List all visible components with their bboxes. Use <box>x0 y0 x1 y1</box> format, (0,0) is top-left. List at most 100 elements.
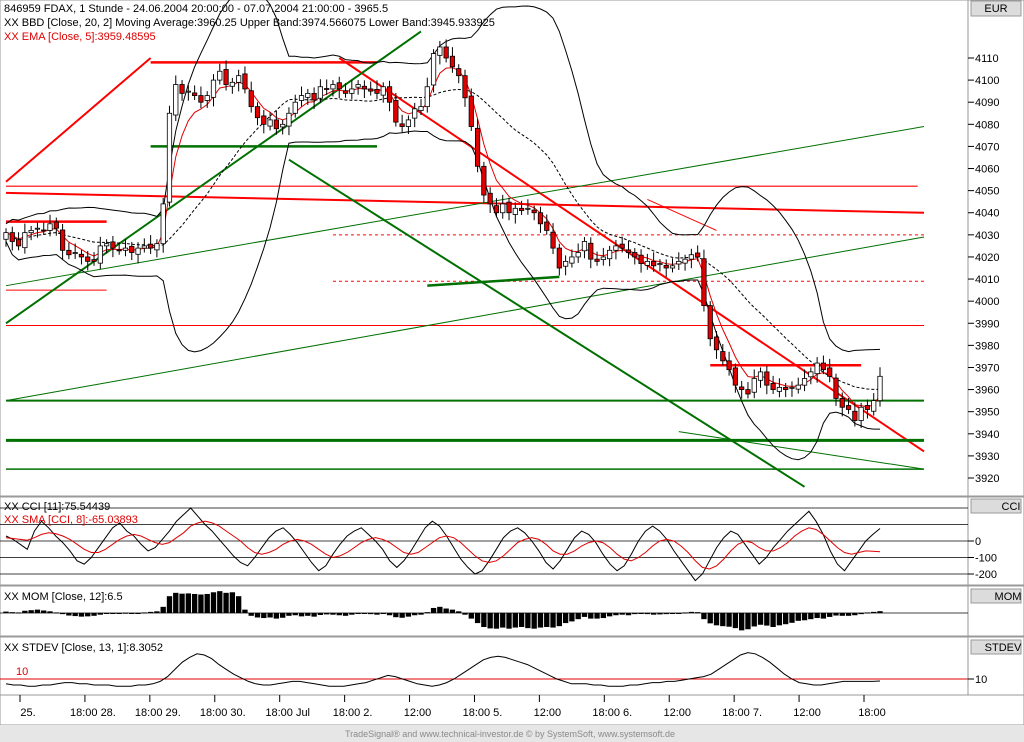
candle-body <box>267 119 273 127</box>
stdev-legend: XX STDEV [Close, 13, 1]:8.3052 <box>4 642 163 654</box>
time-tick-label: 18:00 <box>858 707 886 719</box>
candle-body <box>833 377 839 399</box>
mom-bar <box>694 612 701 614</box>
time-tick-label: 18:00 30. <box>200 707 246 719</box>
candle-body <box>682 258 688 264</box>
candle-body <box>739 386 745 390</box>
mom-bar <box>78 613 85 617</box>
bbd-legend: XX BBD [Close, 20, 2] Moving Average:396… <box>4 17 495 29</box>
candle-body <box>160 203 166 245</box>
mom-bar <box>15 612 22 614</box>
candle-body <box>185 90 191 93</box>
price-tick-label: 3950 <box>975 407 999 419</box>
mom-bar <box>462 613 468 615</box>
mom-bar <box>613 613 619 616</box>
mom-bar <box>544 613 550 627</box>
candle-body <box>713 336 720 351</box>
candle-body <box>210 79 217 98</box>
mom-bar <box>3 611 9 613</box>
candle-body <box>669 265 676 269</box>
mom-bar <box>676 613 682 614</box>
mom-bar <box>688 611 695 613</box>
mom-bar <box>801 613 808 621</box>
mom-bar <box>248 613 254 616</box>
candle-body <box>783 386 789 390</box>
candle-body <box>676 260 682 265</box>
candle-body <box>776 386 782 392</box>
price-tick-label: 4050 <box>975 186 999 198</box>
price-tick-label: 4020 <box>975 252 999 264</box>
footer-text: TradeSignal® and www.technical-investor.… <box>345 729 675 739</box>
mom-bar <box>386 613 393 616</box>
mom-bar <box>204 593 210 613</box>
candle-body <box>512 207 518 215</box>
candle-body <box>412 108 418 119</box>
time-tick-label: 18:00 2. <box>333 707 373 719</box>
candle-body <box>242 73 248 90</box>
candle-body <box>72 252 78 254</box>
cci-sma-legend: XX SMA [CCI, 8]:-65.03893 <box>4 514 138 526</box>
candle-body <box>324 88 330 90</box>
candle-body <box>53 221 59 229</box>
mom-bar <box>808 613 814 620</box>
time-tick-label: 12:00 <box>534 707 562 719</box>
candle-body <box>154 243 160 251</box>
candle-body <box>361 85 368 90</box>
mom-bar <box>41 610 47 613</box>
candle-body <box>430 53 437 86</box>
candle-body <box>474 127 481 167</box>
mom-bar <box>525 613 531 629</box>
candle-body <box>481 165 487 196</box>
mom-bar <box>795 613 801 621</box>
candle-body <box>229 81 235 87</box>
mom-bar <box>103 613 110 614</box>
mom-bar <box>764 613 770 626</box>
candle-body <box>443 46 449 59</box>
mom-bar <box>349 613 355 615</box>
mom-bar <box>210 592 217 613</box>
candle-body <box>85 256 91 262</box>
candle-body <box>317 86 323 99</box>
mom-bar <box>556 613 562 627</box>
mom-bar <box>770 613 776 627</box>
price-tick-label: 4110 <box>975 53 999 65</box>
mom-bar <box>242 609 248 613</box>
candle-body <box>852 410 858 421</box>
time-tick-label: 18:00 6. <box>592 707 632 719</box>
candle-body <box>135 247 141 255</box>
candle-body <box>462 75 468 99</box>
mom-bar <box>588 613 594 619</box>
candle-body <box>22 232 28 249</box>
candle-body <box>141 245 147 249</box>
candle-body <box>525 207 531 210</box>
mom-bar <box>160 606 166 613</box>
cci-legend: XX CCI [11]:75.54439 <box>4 501 110 513</box>
mom-bar <box>393 613 399 618</box>
mom-bar <box>858 613 864 615</box>
candle-body <box>789 386 795 389</box>
candle-body <box>701 258 707 306</box>
candle-body <box>531 209 537 214</box>
mom-bar <box>430 607 437 613</box>
candle-body <box>839 398 845 408</box>
mom-bar <box>550 613 556 628</box>
mom-bar <box>657 613 663 615</box>
mom-bar <box>135 613 141 614</box>
mom-bar <box>745 613 751 630</box>
mom-bar <box>569 613 575 622</box>
candle-body <box>393 100 399 123</box>
ema-legend: XX EMA [Close, 5]:3959.48595 <box>4 31 156 43</box>
mom-bar <box>720 613 726 627</box>
time-tick-label: 18:00 Jul <box>265 707 310 719</box>
candle-body <box>795 384 801 390</box>
candle-body <box>827 367 833 377</box>
mom-bar <box>229 592 236 613</box>
mom-bar <box>575 613 581 620</box>
candle-body <box>581 241 588 252</box>
candle-body <box>66 249 72 256</box>
candle-body <box>550 231 556 249</box>
candle-body <box>437 46 443 56</box>
candle-body <box>122 247 129 251</box>
stdev-title: STDEV <box>985 642 1022 654</box>
time-tick-label: 18:00 5. <box>463 707 503 719</box>
